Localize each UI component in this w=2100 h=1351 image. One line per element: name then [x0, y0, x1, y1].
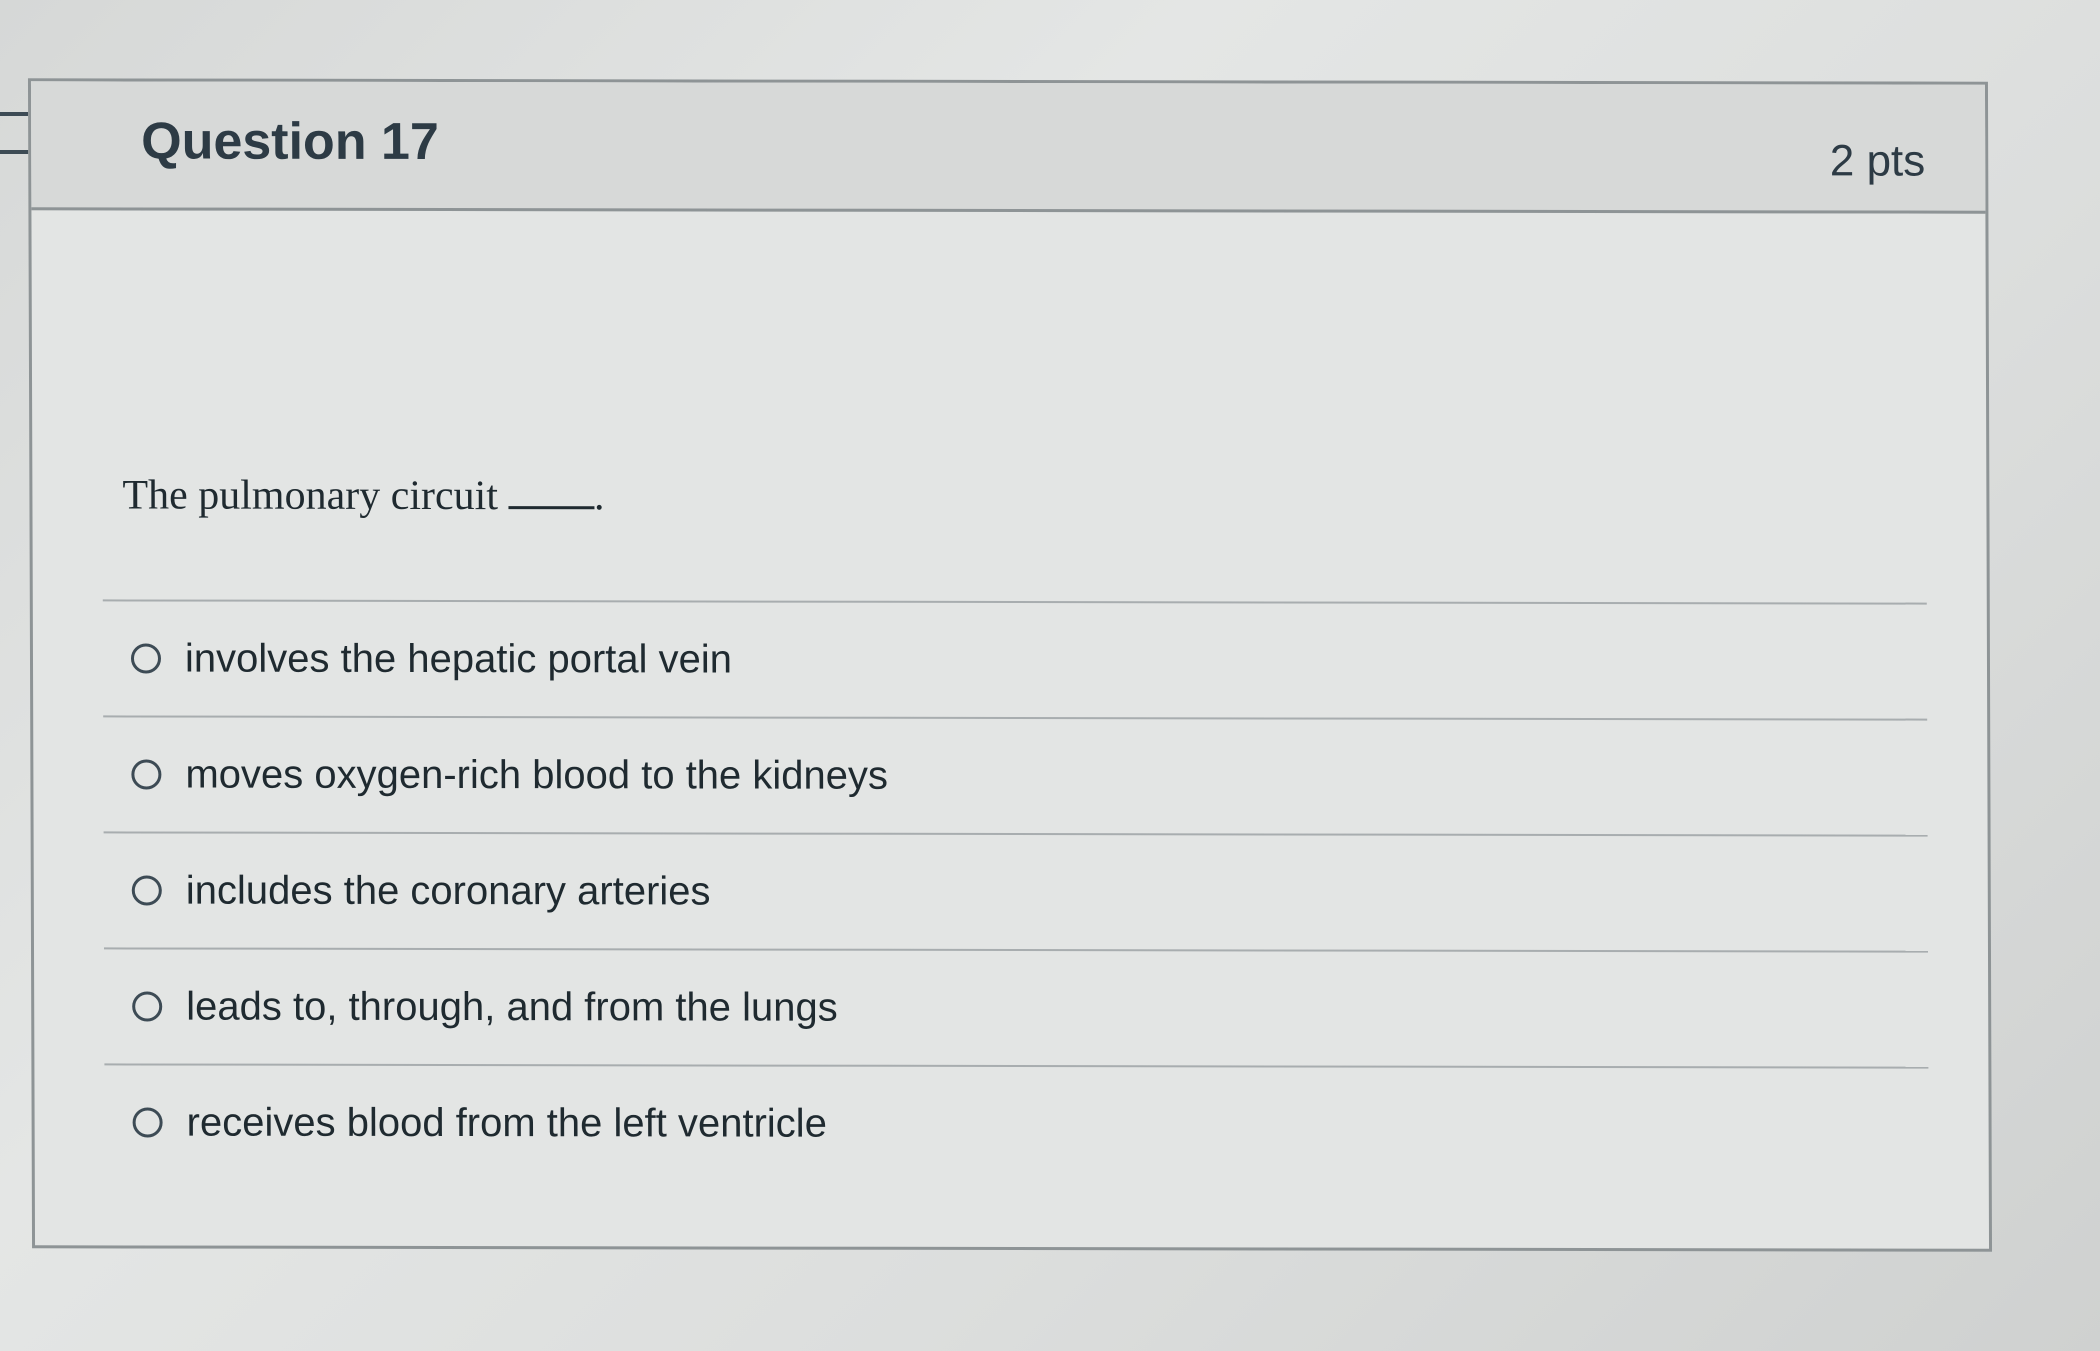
radio-button[interactable]: [131, 759, 162, 790]
answer-option[interactable]: moves oxygen-rich blood to the kidneys: [103, 715, 1928, 835]
answer-option[interactable]: receives blood from the left ventricle: [104, 1063, 1929, 1183]
answer-option[interactable]: leads to, through, and from the lungs: [103, 947, 1929, 1067]
answer-list: involves the hepatic portal vein moves o…: [102, 599, 1929, 1183]
question-stem-end: .: [593, 473, 605, 520]
question-title: Question 17: [141, 112, 439, 172]
radio-button[interactable]: [132, 991, 163, 1022]
answer-label[interactable]: includes the coronary arteries: [186, 868, 711, 914]
question-card: Question 17 2 pts The pulmonary circuit.…: [27, 78, 1993, 1252]
radio-button[interactable]: [130, 643, 162, 674]
answer-label[interactable]: involves the hepatic portal vein: [185, 636, 732, 682]
answer-blank: [507, 506, 595, 510]
radio-button[interactable]: [132, 1107, 163, 1138]
question-points: 2 pts: [1829, 136, 1926, 186]
radio-button[interactable]: [131, 875, 162, 906]
answer-option[interactable]: includes the coronary arteries: [103, 831, 1928, 951]
question-header: Question 17 2 pts: [30, 81, 1986, 214]
answer-label[interactable]: leads to, through, and from the lungs: [186, 984, 838, 1030]
answer-option[interactable]: involves the hepatic portal vein: [102, 599, 1928, 719]
answer-label[interactable]: moves oxygen-rich blood to the kidneys: [185, 752, 888, 798]
answer-label[interactable]: receives blood from the left ventricle: [187, 1100, 827, 1146]
question-text: The pulmonary circuit.: [122, 471, 604, 520]
question-stem: The pulmonary circuit: [122, 472, 499, 520]
